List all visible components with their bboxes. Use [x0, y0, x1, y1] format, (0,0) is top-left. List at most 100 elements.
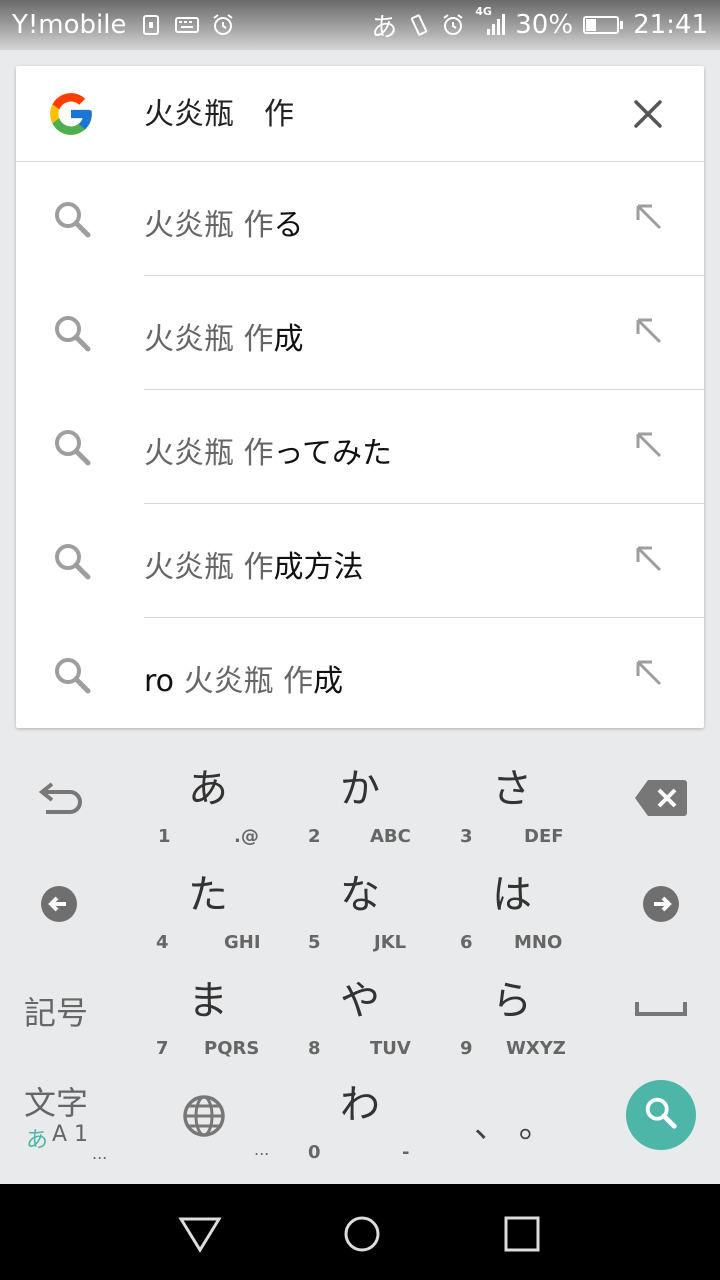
key-number: 0: [308, 1142, 321, 1163]
sim-icon: [139, 13, 163, 37]
battery-percent: 30%: [515, 10, 574, 40]
key-number: 1: [158, 826, 171, 847]
suggestion-prefix: 火炎瓶 作: [183, 664, 314, 699]
key-number: 4: [156, 932, 169, 953]
search-input[interactable]: [144, 94, 594, 128]
key-kana: ら: [492, 978, 532, 1024]
google-logo[interactable]: [46, 89, 96, 139]
vibrate-icon: [407, 13, 431, 37]
suggestion-item[interactable]: 火炎瓶 作る: [16, 162, 704, 276]
input-mode-key[interactable]: 文字 あ A 1 ...: [22, 1078, 122, 1168]
key-latin: ABC: [370, 826, 411, 847]
suggestion-suffix: ってみた: [273, 436, 393, 471]
suggestion-text: 火炎瓶 作成: [144, 314, 304, 358]
cursor-left-icon[interactable]: [40, 885, 78, 923]
keyboard: 記号 文字 あ A 1 ... あ 1 .@ か 2 ABC さ 3 DEF た…: [0, 740, 720, 1184]
key-latin: -: [402, 1142, 410, 1163]
battery-icon: [583, 16, 624, 34]
key-number: 7: [156, 1038, 169, 1059]
suggestion-prefix: 火炎瓶 作: [144, 322, 274, 357]
fill-query-arrow-icon[interactable]: [632, 200, 664, 232]
search-icon: [642, 1094, 680, 1136]
key-kana: た: [188, 872, 228, 918]
key-number: 6: [460, 932, 473, 953]
keyboard-search-button[interactable]: [626, 1080, 696, 1150]
backspace-icon[interactable]: [634, 778, 688, 818]
space-icon[interactable]: [634, 998, 688, 1018]
alarm-icon: [441, 13, 465, 37]
key-ha[interactable]: は 6 MNO: [444, 856, 594, 956]
key-latin: .@: [234, 826, 259, 847]
key-kana: は: [492, 872, 532, 918]
search-icon: [52, 427, 92, 467]
suggestion-text: 火炎瓶 作ってみた: [144, 428, 392, 472]
search-icon: [52, 313, 92, 353]
suggestion-prefix: 火炎瓶 作: [144, 436, 274, 471]
suggestion-suffix: る: [273, 208, 304, 243]
key-ya[interactable]: や 8 TUV: [292, 962, 442, 1062]
key-ra[interactable]: ら 9 WXYZ: [444, 962, 594, 1062]
network-type: 4G: [475, 5, 492, 18]
key-kana: わ: [340, 1082, 380, 1128]
key-latin: MNO: [514, 932, 563, 953]
key-number: 5: [308, 932, 321, 953]
keyboard-icon: [174, 13, 199, 37]
fill-query-arrow-icon[interactable]: [632, 314, 664, 346]
key-latin: WXYZ: [506, 1038, 566, 1059]
suggestion-item[interactable]: 火炎瓶 作ってみた: [16, 390, 704, 504]
globe-icon[interactable]: ...: [180, 1092, 269, 1159]
suggestion-item[interactable]: 火炎瓶 作成方法: [16, 504, 704, 618]
key-number: 9: [460, 1038, 473, 1059]
key-number: 8: [308, 1038, 321, 1059]
key-latin: TUV: [370, 1038, 411, 1059]
key-na[interactable]: な 5 JKL: [292, 856, 442, 956]
key-sa[interactable]: さ 3 DEF: [444, 750, 594, 850]
search-card: 火炎瓶 作る 火炎瓶 作成 火炎瓶 作ってみた: [16, 66, 704, 728]
key-a[interactable]: あ 1 .@: [140, 750, 290, 850]
ime-indicator: あ: [371, 12, 398, 43]
status-bar: Y!mobile あ 4G 30% 21:41: [0, 0, 720, 50]
search-icon: [52, 541, 92, 581]
cursor-right-icon[interactable]: [642, 885, 680, 923]
suggestion-prefix: 火炎瓶 作: [144, 550, 274, 585]
home-icon[interactable]: [340, 1214, 384, 1254]
key-ma[interactable]: ま 7 PQRS: [140, 962, 290, 1062]
search-icon: [52, 655, 92, 695]
key-kana: さ: [492, 766, 532, 812]
search-bar: [16, 66, 704, 162]
suggestion-item[interactable]: 火炎瓶 作成: [16, 276, 704, 390]
navigation-bar: [0, 1184, 720, 1280]
key-kana: あ: [188, 766, 228, 812]
fill-query-arrow-icon[interactable]: [632, 542, 664, 574]
key-latin: GHI: [224, 932, 261, 953]
symbols-key[interactable]: 記号: [24, 988, 88, 1034]
suggestion-prefix: 火炎瓶 作: [144, 208, 274, 243]
key-wa[interactable]: わ 0 -: [292, 1066, 442, 1166]
input-mode-alnum: A 1: [52, 1122, 89, 1147]
recents-icon[interactable]: [500, 1214, 544, 1254]
fill-query-arrow-icon[interactable]: [632, 428, 664, 460]
alarm-icon: [211, 13, 235, 37]
suggestion-list: 火炎瓶 作る 火炎瓶 作成 火炎瓶 作ってみた 火炎瓶 作成方法 ro 火炎瓶 …: [16, 162, 704, 732]
carrier-label: Y!mobile: [12, 10, 127, 40]
key-ta[interactable]: た 4 GHI: [140, 856, 290, 956]
key-ka[interactable]: か 2 ABC: [292, 750, 442, 850]
suggestion-suffix: 成: [273, 322, 304, 357]
suggestion-item[interactable]: ro 火炎瓶 作成: [16, 618, 704, 732]
search-icon: [52, 199, 92, 239]
close-icon[interactable]: [630, 96, 666, 132]
key-number: 3: [460, 826, 473, 847]
undo-icon[interactable]: [36, 780, 84, 820]
clock: 21:41: [633, 10, 708, 40]
fill-query-arrow-icon[interactable]: [632, 656, 664, 688]
suggestion-lead: ro: [144, 664, 184, 699]
input-mode-kana: あ: [26, 1128, 49, 1153]
key-number: 2: [308, 826, 321, 847]
suggestion-text: 火炎瓶 作成方法: [144, 542, 364, 586]
key-latin: JKL: [374, 932, 407, 953]
punctuation-key[interactable]: 、 。: [474, 1098, 553, 1147]
key-kana: ま: [188, 978, 228, 1024]
ellipsis: ...: [92, 1144, 108, 1163]
key-kana: な: [340, 872, 380, 918]
back-icon[interactable]: [178, 1214, 222, 1254]
